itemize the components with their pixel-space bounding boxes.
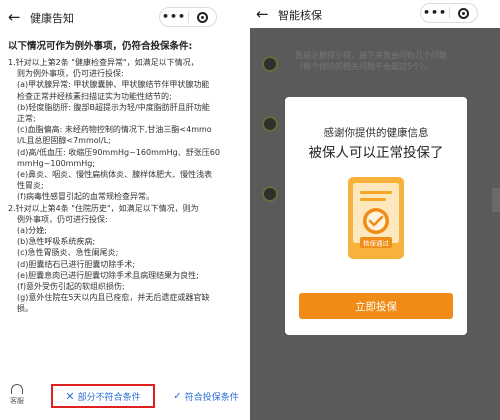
notice-line: (c)血脂偏高: 未经药物控制的情况下,甘油三酯<4mmo	[17, 125, 212, 135]
notice-line: (b)轻度脂肪肝: 腹部B超提示为轻/中度脂肪肝且肝功能	[17, 102, 210, 112]
approval-document-icon: 核保通过	[348, 177, 404, 259]
result-modal: 感谢你提供的健康信息 被保人可以正常投保了 核保通过 立即投保	[285, 97, 467, 335]
bot-avatar-icon	[262, 186, 278, 202]
notice-line: 1.针对以上第2条 "健康检查异常"，如满足以下情况，	[8, 58, 199, 67]
more-icon[interactable]: •••	[160, 8, 188, 26]
meets-conditions-button[interactable]: ✓ 符合投保条件	[164, 384, 248, 408]
notice-line: l/L且总胆固醇<7mmol/L;	[17, 136, 111, 146]
bot-avatar-icon	[262, 56, 278, 72]
partially-not-eligible-label: 部分不符合条件	[77, 392, 141, 403]
stamp-text: 核保通过	[363, 239, 390, 248]
back-arrow-icon[interactable]: ←	[256, 6, 269, 22]
notice-line: mmHg~100mmHg;	[17, 158, 96, 168]
notice-heading: 以下情况可作为例外事项，仍符合投保条件:	[8, 41, 193, 52]
checkmark-icon: ✓	[173, 390, 182, 402]
notice-line: (a)甲状腺异常: 甲状腺囊肿、甲状腺结节伴甲状腺功能	[17, 80, 210, 90]
mini-program-capsule: •••	[159, 7, 217, 27]
page-title: 健康告知	[30, 12, 74, 25]
notice-line: 则为例外事项，仍可进行投保:	[17, 69, 124, 79]
close-target-icon[interactable]	[450, 7, 477, 19]
partially-not-eligible-button[interactable]: ✕ 部分不符合条件	[51, 384, 155, 408]
close-target-icon[interactable]	[189, 11, 216, 23]
health-notice-screen: ← 健康告知 ••• 以下情况可作为例外事项，仍符合投保条件: 1.针对以上第2…	[0, 0, 250, 420]
bottom-action-bar: 客服 ✕ 部分不符合条件 ✓ 符合投保条件	[0, 376, 250, 420]
close-x-icon: ✕	[65, 389, 75, 403]
notice-content: 以下情况可作为例外事项，仍符合投保条件: 1.针对以上第2条 "健康检查异常"，…	[8, 40, 244, 315]
notice-line: (e)胆囊息肉已进行胆囊切除手术且病理结果为良性;	[17, 270, 199, 280]
back-arrow-icon[interactable]: ←	[8, 9, 21, 25]
result-text: 被保人可以正常投保了	[308, 145, 444, 161]
notice-line: (g)意外住院在5天以内且已痊愈，并无后遗症或器官缺	[17, 293, 210, 303]
customer-service-label: 客服	[10, 397, 24, 405]
notice-line: (a)分娩;	[17, 226, 47, 236]
notice-line: (d)胆囊结石已进行胆囊切除手术;	[17, 259, 136, 269]
headset-icon	[11, 384, 23, 394]
notice-line: 性胃炎;	[17, 181, 44, 191]
buy-now-button[interactable]: 立即投保	[299, 293, 453, 319]
mini-program-capsule-right: •••	[420, 3, 478, 23]
notice-line: (c)急性胃肠炎、急性阑尾炎;	[17, 248, 119, 258]
chat-message: 我是企鹅保小保，接下来我会问你几个问题（每个保险的相关问题不会超过5个）。	[295, 51, 447, 71]
side-tab	[492, 188, 500, 212]
notice-line: 损。	[17, 304, 33, 314]
page-title-right: 智能核保	[278, 9, 322, 22]
bot-avatar-icon	[262, 116, 278, 132]
nav-bar: ← 健康告知 •••	[0, 0, 250, 34]
notice-line: (f)病毒性感冒引起的血常规检查异常。	[17, 192, 155, 202]
notice-line: 例外事项，仍可进行投保:	[17, 214, 108, 224]
nav-bar-right: ← 智能核保 •••	[250, 0, 500, 28]
customer-service-button[interactable]: 客服	[4, 384, 30, 406]
notice-paragraphs: 1.针对以上第2条 "健康检查异常"，如满足以下情况， 则为例外事项，仍可进行投保…	[8, 57, 244, 315]
notice-line: (f)意外受伤引起的软组织损伤;	[17, 282, 125, 292]
notice-line: (e)鼻炎、咽炎、慢性扁桃体炎、腺样体肥大、慢性浅表	[17, 170, 213, 180]
notice-line: 2.针对以上第4条 "住院历史"，如满足以下情况，则为	[8, 203, 199, 213]
smart-underwriting-screen: ← 智能核保 ••• 我是企鹅保小保，接下来我会问你几个问题（每个保险的相关问题…	[250, 0, 500, 420]
notice-line: 正常;	[17, 114, 36, 124]
notice-line: (b)急性呼吸系统疾病;	[17, 237, 96, 247]
more-icon[interactable]: •••	[421, 4, 449, 22]
thanks-text: 感谢你提供的健康信息	[323, 127, 429, 139]
notice-line: (d)高/低血压: 收缩压90mmHg~160mmHg、舒张压60	[17, 147, 220, 157]
notice-line: 检查正常并经核素扫描证实为功能性结节的;	[17, 91, 172, 101]
meets-conditions-label: 符合投保条件	[184, 392, 239, 403]
